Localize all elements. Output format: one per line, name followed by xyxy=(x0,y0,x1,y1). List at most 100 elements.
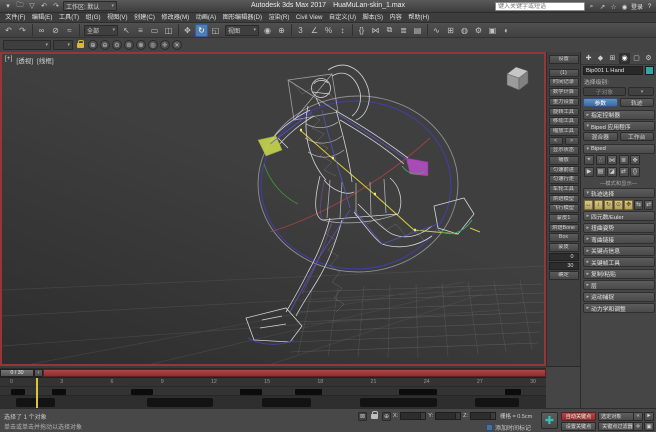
side-button-time-record[interactable]: 时间记录 xyxy=(549,78,579,87)
side-button-math[interactable]: 数学计算 xyxy=(549,88,579,97)
copy-anim-layer-icon[interactable]: ⊗ xyxy=(136,40,146,50)
rendered-frame-icon[interactable]: ▣ xyxy=(486,24,499,37)
side-button-box[interactable]: Box xyxy=(549,233,579,242)
parameters-tab-button[interactable]: 参数 xyxy=(583,98,618,107)
rollout-bend-links[interactable]: ▸弯曲链接 xyxy=(583,234,655,244)
collapse-anim-layer-icon[interactable]: ✛ xyxy=(160,40,170,50)
save-file-icon[interactable]: ◪ xyxy=(607,167,617,177)
keyframe-marker[interactable] xyxy=(475,398,519,407)
rollout-twist-poses[interactable]: ▸扭曲姿势 xyxy=(583,223,655,233)
time-slider-arrow[interactable]: › xyxy=(34,369,43,377)
biped-playback-icon[interactable]: ▶ xyxy=(584,167,594,177)
rollout-motion-capture[interactable]: ▸运动捕捉 xyxy=(583,292,655,302)
menu-tools[interactable]: 工具(T) xyxy=(56,13,83,23)
go-to-start-icon[interactable]: « xyxy=(633,412,643,421)
named-sets-dropdown[interactable]: ▾ xyxy=(3,40,51,50)
tab-display-icon[interactable]: ▢ xyxy=(631,53,642,64)
mixer-mode-icon[interactable]: ≣ xyxy=(619,155,629,165)
absolute-relative-icon[interactable]: ⊕ xyxy=(382,412,391,421)
share-icon[interactable]: ↗ xyxy=(598,2,607,11)
open-file-icon[interactable]: 🗀 xyxy=(15,1,25,12)
keyframe-marker[interactable] xyxy=(505,389,521,395)
add-time-tag[interactable]: 添加时间标记 xyxy=(486,423,531,432)
rollout-keyframing-tools[interactable]: ▸关键帧工具 xyxy=(583,257,655,267)
figure-mode-icon[interactable]: ⌖ xyxy=(584,155,594,165)
material-editor-icon[interactable]: ◍ xyxy=(458,24,471,37)
select-object-icon[interactable]: ↖ xyxy=(120,24,133,37)
menu-animation[interactable]: 动画(A) xyxy=(192,13,219,23)
side-button-display-state[interactable]: 显示状态 xyxy=(549,146,579,155)
tab-hierarchy-icon[interactable]: ⊞ xyxy=(607,53,618,64)
opposite-tracks-icon[interactable]: ⇄ xyxy=(644,200,653,210)
time-slider-track-autokey[interactable] xyxy=(43,369,546,377)
x-coordinate-field[interactable] xyxy=(400,412,426,420)
menu-rendering[interactable]: 渲染(R) xyxy=(265,13,292,23)
set-keys-button[interactable]: ✚ xyxy=(541,412,558,429)
side-button-confirm[interactable]: 确定 xyxy=(549,271,579,280)
object-name-field[interactable]: Bip001 L Hand xyxy=(583,66,643,75)
align-icon[interactable]: ⧉ xyxy=(383,24,396,37)
rollout-copy-paste[interactable]: ▸复制/粘贴 xyxy=(583,269,655,279)
track-bar[interactable]: 0 3 6 9 12 15 18 21 24 27 30 xyxy=(0,377,546,408)
rollout-biped-apps[interactable]: ▾Biped 应用程序 xyxy=(583,121,655,131)
select-manipulate-icon[interactable]: ⊕ xyxy=(275,24,288,37)
select-link-icon[interactable]: ∞ xyxy=(35,24,48,37)
redo-icon[interactable]: ↷ xyxy=(16,24,29,37)
side-button-bake-bone[interactable]: 烘焙Bone xyxy=(549,224,579,233)
keyframe-marker[interactable] xyxy=(240,389,262,395)
body-rotation-icon[interactable]: ↻ xyxy=(604,200,613,210)
layer-list-dropdown[interactable]: ▾ xyxy=(53,40,73,50)
ribbon-toggle-icon[interactable]: ▤ xyxy=(411,24,424,37)
z-coordinate-field[interactable] xyxy=(470,412,496,420)
spinner-snap-icon[interactable]: ↕ xyxy=(336,24,349,37)
symmetrical-tracks-icon[interactable]: ⇆ xyxy=(634,200,643,210)
viewport-shading-menu[interactable]: [线框] xyxy=(37,55,54,65)
named-selection-sets-icon[interactable]: {} xyxy=(355,24,368,37)
keyframe-marker[interactable] xyxy=(262,398,311,407)
search-input[interactable] xyxy=(495,2,585,11)
angle-snap-icon[interactable]: ∠ xyxy=(308,24,321,37)
side-button-skin[interactable]: 蒙皮 xyxy=(549,243,579,252)
trajectories-tab-button[interactable]: 轨迹 xyxy=(620,98,655,107)
undo-icon[interactable]: ↶ xyxy=(39,1,49,12)
unlink-icon[interactable]: ⊘ xyxy=(49,24,62,37)
rollout-key-info[interactable]: ▸关键点信息 xyxy=(583,246,655,256)
menu-graph-editors[interactable]: 图形编辑器(D) xyxy=(219,13,265,23)
perspective-viewport[interactable]: [+] [透视] [线框] xyxy=(0,52,546,366)
footstep-mode-icon[interactable]: ∴ xyxy=(596,155,606,165)
use-pivot-center-icon[interactable]: ◉ xyxy=(261,24,274,37)
rollout-quaternion-euler[interactable]: ▸四元数/Euler xyxy=(583,211,655,221)
select-rotate-icon[interactable]: ↻ xyxy=(195,24,208,37)
trackbar-keys[interactable] xyxy=(0,386,546,395)
side-button-settings[interactable]: 设置 xyxy=(549,55,579,64)
object-color-swatch[interactable] xyxy=(645,66,654,75)
set-key-button[interactable]: 设置关键点 xyxy=(561,422,596,431)
mixer-button[interactable]: 混合器 xyxy=(583,132,618,141)
tab-motion-icon[interactable]: ◉ xyxy=(619,53,630,64)
rollout-biped[interactable]: ▾Biped xyxy=(583,144,655,154)
tab-create-icon[interactable]: ✚ xyxy=(583,53,594,64)
keyframe-marker[interactable] xyxy=(147,398,213,407)
body-vertical-icon[interactable]: ↕ xyxy=(594,200,603,210)
body-horizontal-icon[interactable]: ↔ xyxy=(584,200,593,210)
side-button-walk[interactable]: 匀速行走 xyxy=(549,175,579,184)
keyframe-marker[interactable] xyxy=(360,398,436,407)
time-slider-handle[interactable]: 0 / 30 xyxy=(0,369,34,377)
move-all-icon[interactable]: ✥ xyxy=(624,200,633,210)
play-animation-icon[interactable]: ► xyxy=(644,412,654,421)
select-by-name-icon[interactable]: ≡ xyxy=(134,24,147,37)
time-slider[interactable]: 0 / 30 › xyxy=(0,368,546,377)
percent-snap-icon[interactable]: % xyxy=(322,24,335,37)
sub-object-dropdown[interactable]: ▾ xyxy=(628,87,654,96)
select-scale-icon[interactable]: ◱ xyxy=(209,24,222,37)
layer-manager-icon[interactable]: ≣ xyxy=(397,24,410,37)
current-frame-cursor[interactable] xyxy=(36,378,38,409)
side-button-forward[interactable]: 匀速前进 xyxy=(549,166,579,175)
menu-content[interactable]: 内容 xyxy=(386,13,405,23)
menu-modifiers[interactable]: 修改器(M) xyxy=(158,13,192,23)
delete-anim-layer-icon[interactable]: ⊜ xyxy=(124,40,134,50)
trackbar-key-ranges[interactable] xyxy=(0,395,546,408)
side-button-skin1[interactable]: 蒙皮1 xyxy=(549,214,579,223)
workspace-dropdown[interactable]: 工作区: 默认▾ xyxy=(63,1,117,11)
convert-icon[interactable]: ⇄ xyxy=(619,167,629,177)
